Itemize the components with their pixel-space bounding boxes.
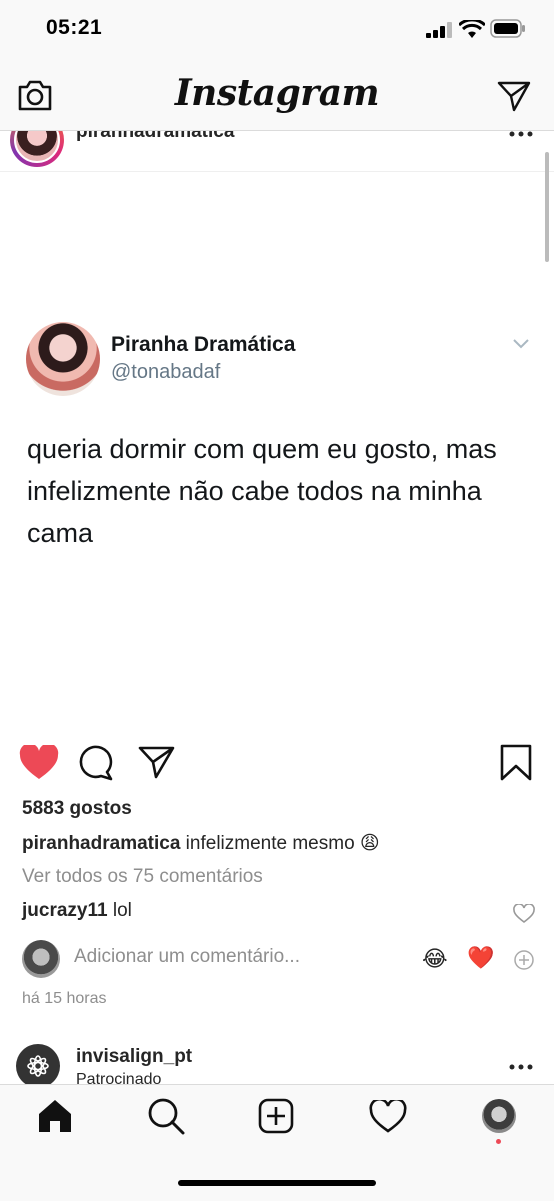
post-header: piranhadramatica (0, 131, 554, 172)
post-author-avatar[interactable] (10, 131, 64, 167)
view-all-comments-link[interactable]: Ver todos os 75 comentários (22, 866, 263, 888)
comment-text: lol (107, 900, 132, 921)
like-heart-icon[interactable] (19, 745, 59, 781)
search-icon[interactable] (147, 1097, 185, 1135)
tweet-avatar (26, 322, 100, 396)
comment-like-icon[interactable] (513, 904, 535, 924)
signal-icon (426, 22, 452, 38)
quick-emoji-laugh[interactable]: 😂 (422, 946, 448, 972)
battery-icon (490, 19, 525, 38)
tweet-author-handle: @tonabadaf (111, 361, 221, 383)
profile-tab-avatar[interactable] (482, 1099, 516, 1133)
wifi-icon (459, 20, 485, 38)
flower-logo-icon (27, 1055, 49, 1077)
caption-username[interactable]: piranhadramatica (22, 833, 180, 854)
quick-emoji-heart[interactable]: ❤️ (467, 945, 494, 971)
home-icon[interactable] (37, 1098, 73, 1134)
direct-message-icon[interactable] (497, 80, 531, 112)
instagram-logo: Instagram (174, 72, 380, 114)
post-username[interactable]: piranhadramatica (76, 131, 234, 143)
notification-dot (496, 1139, 501, 1144)
chevron-down-icon (513, 339, 529, 349)
caption-text: infelizmente mesmo 😩 (180, 833, 380, 854)
new-post-icon[interactable] (258, 1098, 294, 1134)
share-icon[interactable] (138, 745, 176, 779)
home-indicator[interactable] (178, 1180, 376, 1186)
status-time: 05:21 (46, 16, 103, 39)
add-comment-input[interactable]: Adicionar um comentário... (74, 946, 300, 968)
tweet-text: queria dormir com quem eu gosto, mas inf… (27, 434, 497, 548)
post-caption: piranhadramatica infelizmente mesmo 😩 (22, 832, 380, 855)
post-timestamp: há 15 horas (22, 990, 107, 1007)
comment-icon[interactable] (79, 745, 115, 781)
bookmark-icon[interactable] (499, 744, 533, 782)
more-options-icon[interactable] (509, 131, 533, 139)
activity-heart-icon[interactable] (369, 1100, 407, 1134)
likes-count[interactable]: 5883 gostos (22, 798, 132, 820)
add-emoji-icon[interactable] (513, 949, 535, 971)
current-user-avatar (22, 940, 60, 978)
next-post-username[interactable]: invisalign_pt (76, 1046, 192, 1068)
next-post-avatar[interactable] (16, 1044, 60, 1088)
next-post-more-icon[interactable] (509, 1064, 533, 1072)
scrollbar[interactable] (545, 152, 549, 262)
tweet-author-name: Piranha Dramática (111, 333, 296, 356)
comment: jucrazy11 lol (22, 900, 132, 922)
comment-username[interactable]: jucrazy11 (22, 900, 108, 921)
